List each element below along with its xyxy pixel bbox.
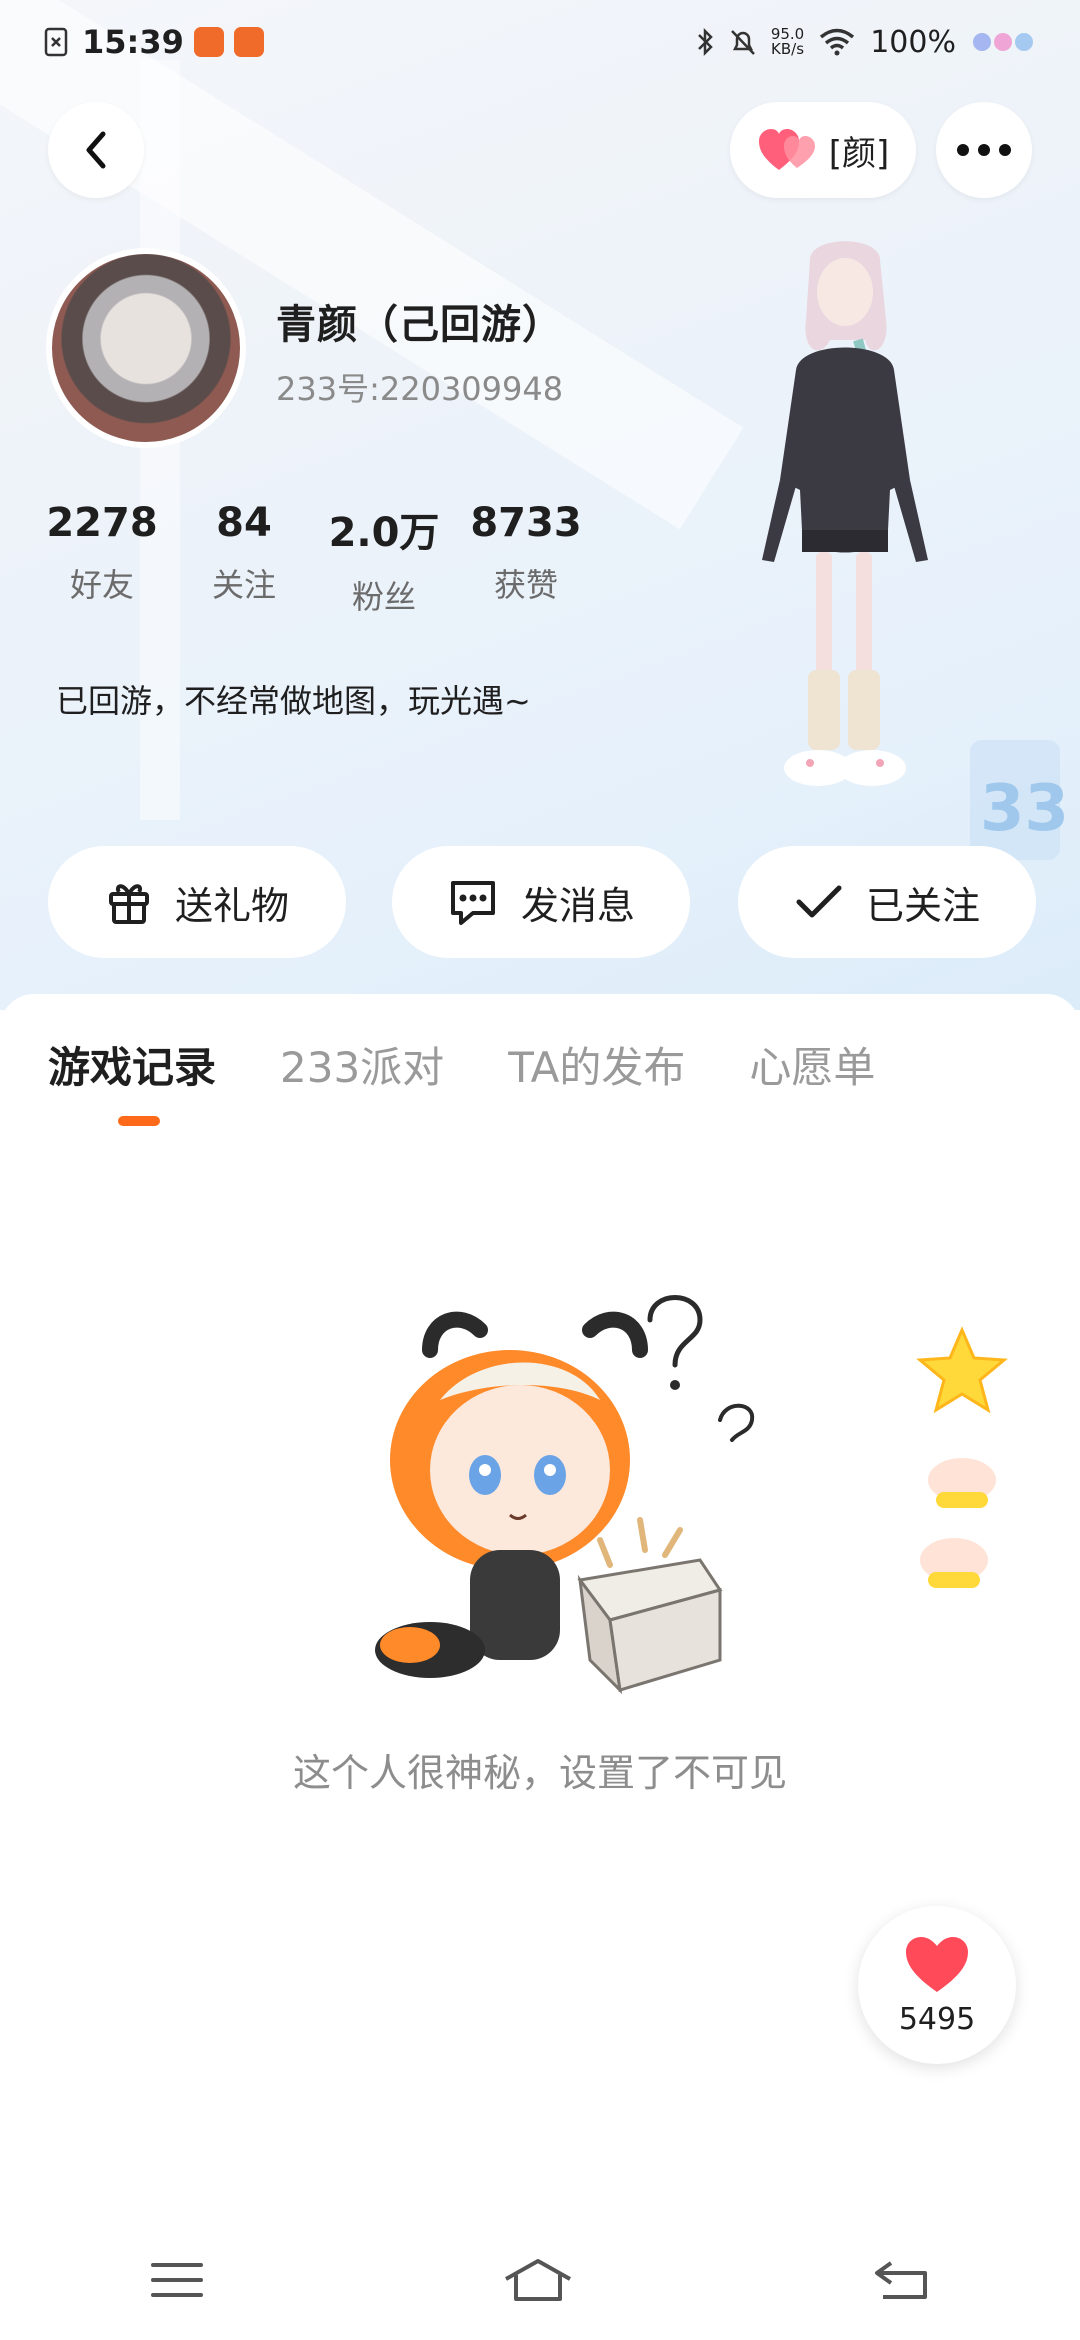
profile-name: 青颜（己回游） bbox=[276, 302, 563, 348]
app-notification-icon bbox=[233, 27, 264, 57]
stat-value: 2278 bbox=[46, 500, 158, 546]
profile-uid: 233号:220309948 bbox=[276, 370, 564, 408]
heart-icon bbox=[758, 129, 815, 170]
send-gift-button[interactable]: 送礼物 bbox=[48, 846, 346, 958]
tab-game-records[interactable]: 游戏记录 bbox=[48, 1034, 216, 1095]
intimacy-badge-label: [颜] bbox=[828, 133, 890, 174]
mute-bell-icon bbox=[730, 30, 755, 55]
battery-decor-icon bbox=[973, 33, 1033, 51]
avatar[interactable] bbox=[46, 248, 246, 448]
system-navigation-bar bbox=[0, 2220, 1080, 2340]
stat-label: 好友 bbox=[69, 566, 134, 604]
more-button[interactable] bbox=[936, 102, 1032, 198]
svg-text:33: 33 bbox=[980, 772, 1069, 846]
send-gift-label: 送礼物 bbox=[174, 883, 289, 928]
like-button[interactable]: 5495 bbox=[858, 1906, 1016, 2064]
menu-icon[interactable] bbox=[149, 2260, 205, 2300]
active-tab-indicator bbox=[118, 1116, 160, 1126]
empty-state-illustration bbox=[375, 1295, 755, 1695]
status-time: 15:39 bbox=[82, 23, 184, 61]
back-nav-icon[interactable] bbox=[871, 2259, 931, 2301]
stat-likes[interactable]: 8733 获赞 bbox=[456, 500, 596, 606]
stat-value: 8733 bbox=[470, 500, 582, 546]
bluetooth-icon bbox=[697, 27, 713, 57]
stat-fans[interactable]: 2.0万 粉丝 bbox=[314, 500, 454, 618]
tab-233-party[interactable]: 233派对 bbox=[280, 1034, 444, 1095]
stat-following[interactable]: 84 关注 bbox=[174, 500, 314, 606]
wifi-icon bbox=[820, 28, 855, 56]
like-count: 5495 bbox=[898, 2001, 976, 2037]
send-message-label: 发消息 bbox=[520, 883, 635, 928]
chat-bubble-icon bbox=[450, 881, 495, 925]
stat-value: 2.0万 bbox=[328, 510, 440, 556]
network-speed: 95.0 KB/s bbox=[770, 25, 805, 58]
tab-ta-posts[interactable]: TA的发布 bbox=[508, 1034, 685, 1095]
star-hands-decoration bbox=[916, 1326, 1008, 1588]
followed-button[interactable]: 已关注 bbox=[738, 846, 1036, 958]
back-button[interactable] bbox=[48, 102, 144, 198]
home-icon[interactable] bbox=[502, 2257, 574, 2303]
send-message-button[interactable]: 发消息 bbox=[392, 846, 690, 958]
more-dots-icon bbox=[957, 144, 1011, 156]
heart-icon bbox=[906, 1936, 968, 1992]
stat-label: 粉丝 bbox=[351, 578, 416, 616]
app-notification-icon bbox=[193, 27, 224, 57]
profile-bio: 已回游，不经常做地图，玩光遇~ bbox=[56, 682, 531, 720]
profile-tabs: 游戏记录 233派对 TA的发布 心愿单 bbox=[48, 1034, 875, 1095]
stat-label: 关注 bbox=[211, 566, 276, 604]
intimacy-badge-button[interactable]: [颜] bbox=[730, 102, 916, 198]
stat-friends[interactable]: 2278 好友 bbox=[32, 500, 172, 606]
followed-label: 已关注 bbox=[865, 883, 980, 928]
chevron-left-icon bbox=[86, 131, 106, 169]
avatar-character-figure bbox=[762, 241, 928, 786]
sim-card-icon bbox=[44, 27, 68, 57]
status-bar: 15:39 95.0 KB/s 100% bbox=[0, 0, 1080, 84]
check-icon bbox=[796, 885, 842, 918]
stat-value: 84 bbox=[216, 500, 272, 546]
empty-state-text: 这个人很神秘，设置了不可见 bbox=[292, 1751, 787, 1795]
gift-icon bbox=[108, 884, 149, 924]
tab-wishlist[interactable]: 心愿单 bbox=[749, 1034, 875, 1095]
battery-percent: 100% bbox=[870, 24, 956, 60]
stat-label: 获赞 bbox=[493, 566, 558, 604]
